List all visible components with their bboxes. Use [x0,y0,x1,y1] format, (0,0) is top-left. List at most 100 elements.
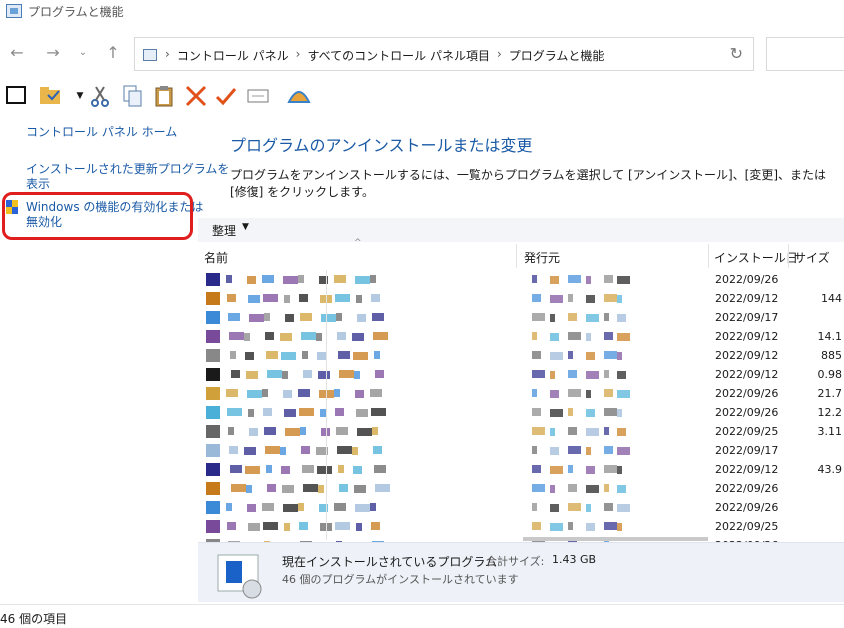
window-title: プログラムと機能 [28,5,124,19]
installed-updates-link-line2[interactable]: 表示 [26,177,50,192]
obscured-name [334,503,346,511]
obscured-publisher [532,503,537,511]
properties-folder-icon[interactable] [38,84,62,108]
obscured-publisher [617,295,622,303]
breadcrumb-programs[interactable]: プログラムと機能 [509,47,605,64]
toolbar: ▼ [0,80,844,112]
table-row[interactable]: 2022/09/26 [198,270,844,289]
column-size[interactable]: サイズ [794,249,830,266]
obscured-publisher [604,522,617,530]
table-row[interactable]: 2022/09/26 21.7 [198,384,844,403]
horizontal-scrollbar[interactable] [523,537,708,541]
organize-bar: 整理 ▼ [198,218,844,242]
breadcrumb-all-items[interactable]: すべてのコントロール パネル項目 [307,47,490,64]
obscured-name [337,446,352,454]
obscured-publisher [604,332,613,340]
program-icon [206,425,220,438]
obscured-publisher [617,390,630,398]
program-size: 43.9 [817,463,843,476]
program-icon [206,273,220,286]
check-icon[interactable] [214,84,238,108]
obscured-publisher [586,466,595,474]
table-row[interactable]: 2022/09/17 [198,308,844,327]
obscured-publisher [568,389,581,397]
table-row[interactable]: 2022/09/25 [198,517,844,536]
table-row[interactable]: 2022/09/26 [198,479,844,498]
obscured-publisher [550,485,555,493]
obscured-name [280,333,292,341]
obscured-name [262,275,274,283]
column-name[interactable]: 名前 [204,249,228,266]
envelope-icon[interactable] [246,84,270,108]
obscured-name [374,465,386,473]
obscured-name [299,294,308,302]
obscured-name [247,390,262,398]
column-publisher[interactable]: 発行元 [524,249,560,266]
breadcrumb-control-panel[interactable]: コントロール パネル [177,47,289,64]
table-row[interactable]: 2022/09/12 43.9 [198,460,844,479]
recent-chevron-down-icon[interactable]: ⌄ [72,42,94,64]
control-panel-home-link[interactable]: コントロール パネル ホーム [26,125,177,140]
obscured-publisher [586,333,591,341]
refresh-icon[interactable]: ↻ [730,44,743,63]
table-row[interactable]: 2022/09/17 [198,441,844,460]
obscured-name [226,389,238,397]
organize-dropdown-arrow-icon[interactable]: ▼ [242,222,249,232]
paste-icon[interactable] [152,84,176,108]
copy-icon[interactable] [120,84,144,108]
obscured-name [353,352,368,360]
obscured-publisher [604,503,613,511]
obscured-name [280,447,286,455]
obscured-name [371,294,380,302]
install-date: 2022/09/25 [715,520,779,533]
obscured-publisher [550,352,563,360]
obscured-name [300,427,306,435]
obscured-name [283,276,298,284]
total-size-label: 合計サイズ: [486,555,545,568]
obscured-publisher [586,523,595,531]
installed-updates-link-line1[interactable]: インストールされた更新プログラムを [26,162,229,177]
table-row[interactable]: 2022/09/25 3.11 [198,422,844,441]
table-row[interactable]: 2022/09/12 144 [198,289,844,308]
up-arrow-icon[interactable]: ↑ [102,42,124,64]
back-arrow-icon[interactable]: ← [6,42,28,64]
table-row[interactable]: 2022/09/12 14.1 [198,327,844,346]
program-size: 0.98 [817,368,843,381]
obscured-name [370,389,382,397]
shell-icon[interactable] [286,84,311,108]
obscured-publisher [604,465,617,473]
table-row[interactable]: 2022/09/12 885 [198,346,844,365]
table-row[interactable]: 2022/09/26 12.2 [198,403,844,422]
program-size: 14.1 [817,330,843,343]
obscured-name [299,408,314,416]
forward-arrow-icon[interactable]: → [42,42,64,64]
obscured-name [285,428,300,436]
obscured-name [375,370,384,378]
column-installed-on[interactable]: インストール日 [714,249,798,266]
install-date: 2022/09/17 [715,444,779,457]
obscured-name [245,466,260,474]
obscured-publisher [604,484,609,492]
obscured-name [226,503,232,511]
search-input[interactable] [766,37,844,71]
table-row[interactable]: 2022/09/26 [198,498,844,517]
program-list[interactable]: 2022/09/26 2022/09/12 144 2022/09/17 2022/09… [198,270,844,542]
obscured-publisher [550,333,559,341]
obscured-publisher [586,447,591,455]
cut-icon[interactable] [88,84,112,108]
organize-button[interactable]: 整理 [212,222,236,239]
table-row[interactable]: 2022/09/12 0.98 [198,365,844,384]
delete-icon[interactable] [184,84,208,108]
obscured-publisher [532,484,545,492]
address-bar[interactable]: › コントロール パネル › すべてのコントロール パネル項目 › プログラムと… [134,37,754,71]
obscured-publisher [532,332,537,340]
obscured-name [230,351,236,359]
obscured-name [357,314,366,322]
obscured-name [337,332,346,340]
page-title: プログラムのアンインストールまたは変更 [230,136,533,155]
obscured-publisher [586,314,599,322]
panel-toggle-icon[interactable] [4,84,28,108]
obscured-name [374,351,380,359]
obscured-publisher [568,522,573,530]
obscured-name [303,484,318,492]
